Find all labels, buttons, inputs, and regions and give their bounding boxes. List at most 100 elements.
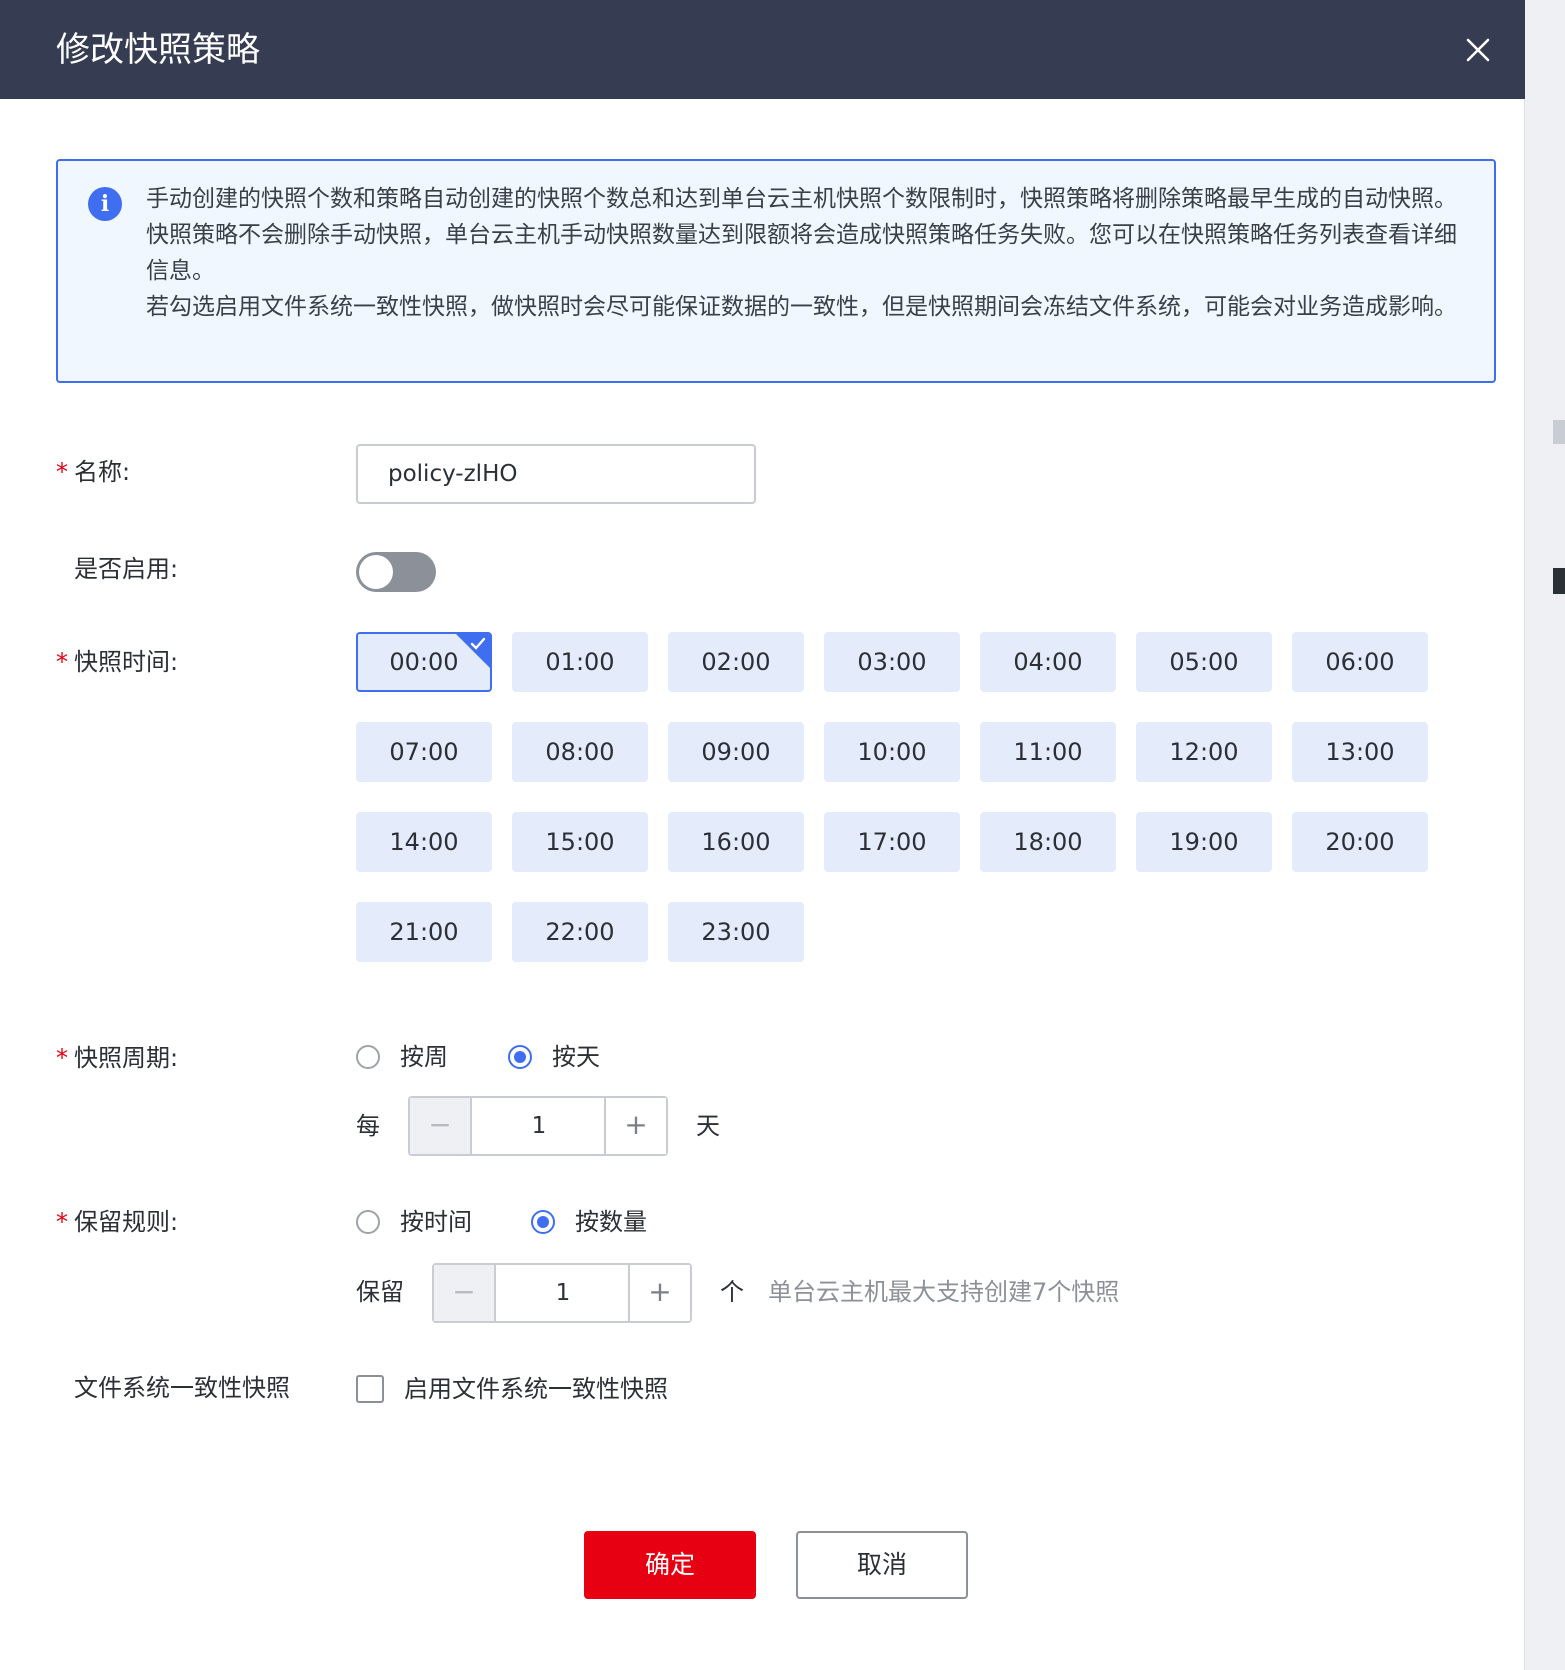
time-option-label: 15:00 <box>545 828 615 856</box>
radio-circle <box>356 1045 380 1069</box>
time-option-0200[interactable]: 02:00 <box>668 632 804 692</box>
time-option-0300[interactable]: 03:00 <box>824 632 960 692</box>
time-option-label: 07:00 <box>389 738 459 766</box>
snapshot-time-label: * 快照时间: <box>56 648 179 676</box>
time-option-1600[interactable]: 16:00 <box>668 812 804 872</box>
page: 修改快照策略 i 手动创建的快照个数和策略自动创建的快照个数总和达到单台云主机快… <box>0 0 1565 1670</box>
background-fragment <box>1553 420 1565 444</box>
confirm-button[interactable]: 确定 <box>584 1531 756 1599</box>
time-option-1700[interactable]: 17:00 <box>824 812 960 872</box>
retention-prefix: 保留 <box>356 1278 404 1306</box>
radio-weekly[interactable]: 按周 <box>356 1037 476 1077</box>
radio-daily[interactable]: 按天 <box>508 1037 628 1077</box>
time-option-label: 02:00 <box>701 648 771 676</box>
time-option-label: 12:00 <box>1169 738 1239 766</box>
retention-radio-group: 按时间 按数量 <box>356 1202 696 1242</box>
time-option-0900[interactable]: 09:00 <box>668 722 804 782</box>
time-option-1100[interactable]: 11:00 <box>980 722 1116 782</box>
time-option-1200[interactable]: 12:00 <box>1136 722 1272 782</box>
name-label: * 名称: <box>56 458 131 486</box>
time-option-label: 16:00 <box>701 828 771 856</box>
background-fragment <box>1553 568 1565 594</box>
close-button[interactable] <box>1458 30 1498 70</box>
cycle-increment-button[interactable]: + <box>604 1098 666 1154</box>
time-option-label: 14:00 <box>389 828 459 856</box>
time-option-2300[interactable]: 23:00 <box>668 902 804 962</box>
time-option-label: 03:00 <box>857 648 927 676</box>
time-option-label: 10:00 <box>857 738 927 766</box>
time-option-label: 13:00 <box>1325 738 1395 766</box>
time-option-0700[interactable]: 07:00 <box>356 722 492 782</box>
time-option-label: 22:00 <box>545 918 615 946</box>
time-option-label: 20:00 <box>1325 828 1395 856</box>
time-option-label: 17:00 <box>857 828 927 856</box>
retention-label: * 保留规则: <box>56 1208 179 1236</box>
required-mark: * <box>56 458 68 486</box>
time-option-label: 04:00 <box>1013 648 1083 676</box>
name-input[interactable]: policy-zlHO <box>356 444 756 504</box>
cycle-decrement-button[interactable]: − <box>410 1098 472 1154</box>
time-option-0800[interactable]: 08:00 <box>512 722 648 782</box>
time-option-label: 08:00 <box>545 738 615 766</box>
time-option-1000[interactable]: 10:00 <box>824 722 960 782</box>
required-mark: * <box>56 1044 68 1072</box>
toggle-knob <box>359 555 393 589</box>
retention-value-input[interactable]: 1 <box>496 1265 630 1321</box>
cycle-value-input[interactable]: 1 <box>472 1098 606 1154</box>
cycle-suffix: 天 <box>696 1112 720 1140</box>
cancel-button[interactable]: 取消 <box>796 1531 968 1599</box>
radio-by-time[interactable]: 按时间 <box>356 1202 496 1242</box>
time-option-0000[interactable]: 00:00 <box>356 632 492 692</box>
time-option-label: 06:00 <box>1325 648 1395 676</box>
time-option-2100[interactable]: 21:00 <box>356 902 492 962</box>
fs-consistency-checkbox-label[interactable]: 启用文件系统一致性快照 <box>404 1373 668 1405</box>
time-option-label: 11:00 <box>1013 738 1083 766</box>
time-option-1800[interactable]: 18:00 <box>980 812 1116 872</box>
time-option-label: 18:00 <box>1013 828 1083 856</box>
enabled-label: 是否启用: <box>74 555 179 583</box>
info-line-1: 手动创建的快照个数和策略自动创建的快照个数总和达到单台云主机快照个数限制时，快照… <box>146 186 1457 284</box>
info-line-2: 若勾选启用文件系统一致性快照，做快照时会尽可能保证数据的一致性，但是快照期间会冻… <box>146 294 1457 320</box>
cycle-stepper: − 1 + <box>408 1096 668 1156</box>
time-option-0400[interactable]: 04:00 <box>980 632 1116 692</box>
time-option-1500[interactable]: 15:00 <box>512 812 648 872</box>
time-option-1900[interactable]: 19:00 <box>1136 812 1272 872</box>
time-option-0100[interactable]: 01:00 <box>512 632 648 692</box>
snapshot-time-grid: 00:00 01:00 02:00 03:00 04:00 05:00 06:00 07:00… <box>356 632 1456 962</box>
cycle-prefix: 每 <box>356 1112 380 1140</box>
cycle-radio-group: 按周 按天 <box>356 1037 656 1077</box>
retention-increment-button[interactable]: + <box>628 1265 690 1321</box>
time-option-2200[interactable]: 22:00 <box>512 902 648 962</box>
info-notice: i 手动创建的快照个数和策略自动创建的快照个数总和达到单台云主机快照个数限制时，… <box>56 159 1496 383</box>
time-option-label: 00:00 <box>389 648 459 676</box>
radio-circle <box>356 1210 380 1234</box>
time-option-1300[interactable]: 13:00 <box>1292 722 1428 782</box>
info-text: 手动创建的快照个数和策略自动创建的快照个数总和达到单台云主机快照个数限制时，快照… <box>146 181 1476 325</box>
snapshot-cycle-label: * 快照周期: <box>56 1044 179 1072</box>
dialog-title: 修改快照策略 <box>56 30 260 70</box>
time-option-label: 01:00 <box>545 648 615 676</box>
background-page-edge <box>1525 0 1565 1670</box>
edit-snapshot-policy-dialog: 修改快照策略 i 手动创建的快照个数和策略自动创建的快照个数总和达到单台云主机快… <box>0 0 1525 1670</box>
radio-by-count[interactable]: 按数量 <box>531 1202 681 1242</box>
retention-stepper: − 1 + <box>432 1263 692 1323</box>
retention-hint: 单台云主机最大支持创建7个快照 <box>768 1278 1120 1306</box>
dialog-header: 修改快照策略 <box>0 0 1525 99</box>
check-icon <box>470 637 486 650</box>
time-option-label: 21:00 <box>389 918 459 946</box>
time-option-label: 09:00 <box>701 738 771 766</box>
fs-consistency-checkbox[interactable] <box>356 1375 384 1403</box>
time-option-label: 19:00 <box>1169 828 1239 856</box>
time-option-2000[interactable]: 20:00 <box>1292 812 1428 872</box>
radio-circle-checked <box>508 1045 532 1069</box>
time-option-label: 05:00 <box>1169 648 1239 676</box>
required-mark: * <box>56 648 68 676</box>
time-option-1400[interactable]: 14:00 <box>356 812 492 872</box>
close-icon <box>1466 38 1490 62</box>
time-option-label: 23:00 <box>701 918 771 946</box>
retention-decrement-button[interactable]: − <box>434 1265 496 1321</box>
time-option-0500[interactable]: 05:00 <box>1136 632 1272 692</box>
enable-toggle[interactable] <box>356 552 436 592</box>
required-mark: * <box>56 1208 68 1236</box>
time-option-0600[interactable]: 06:00 <box>1292 632 1428 692</box>
